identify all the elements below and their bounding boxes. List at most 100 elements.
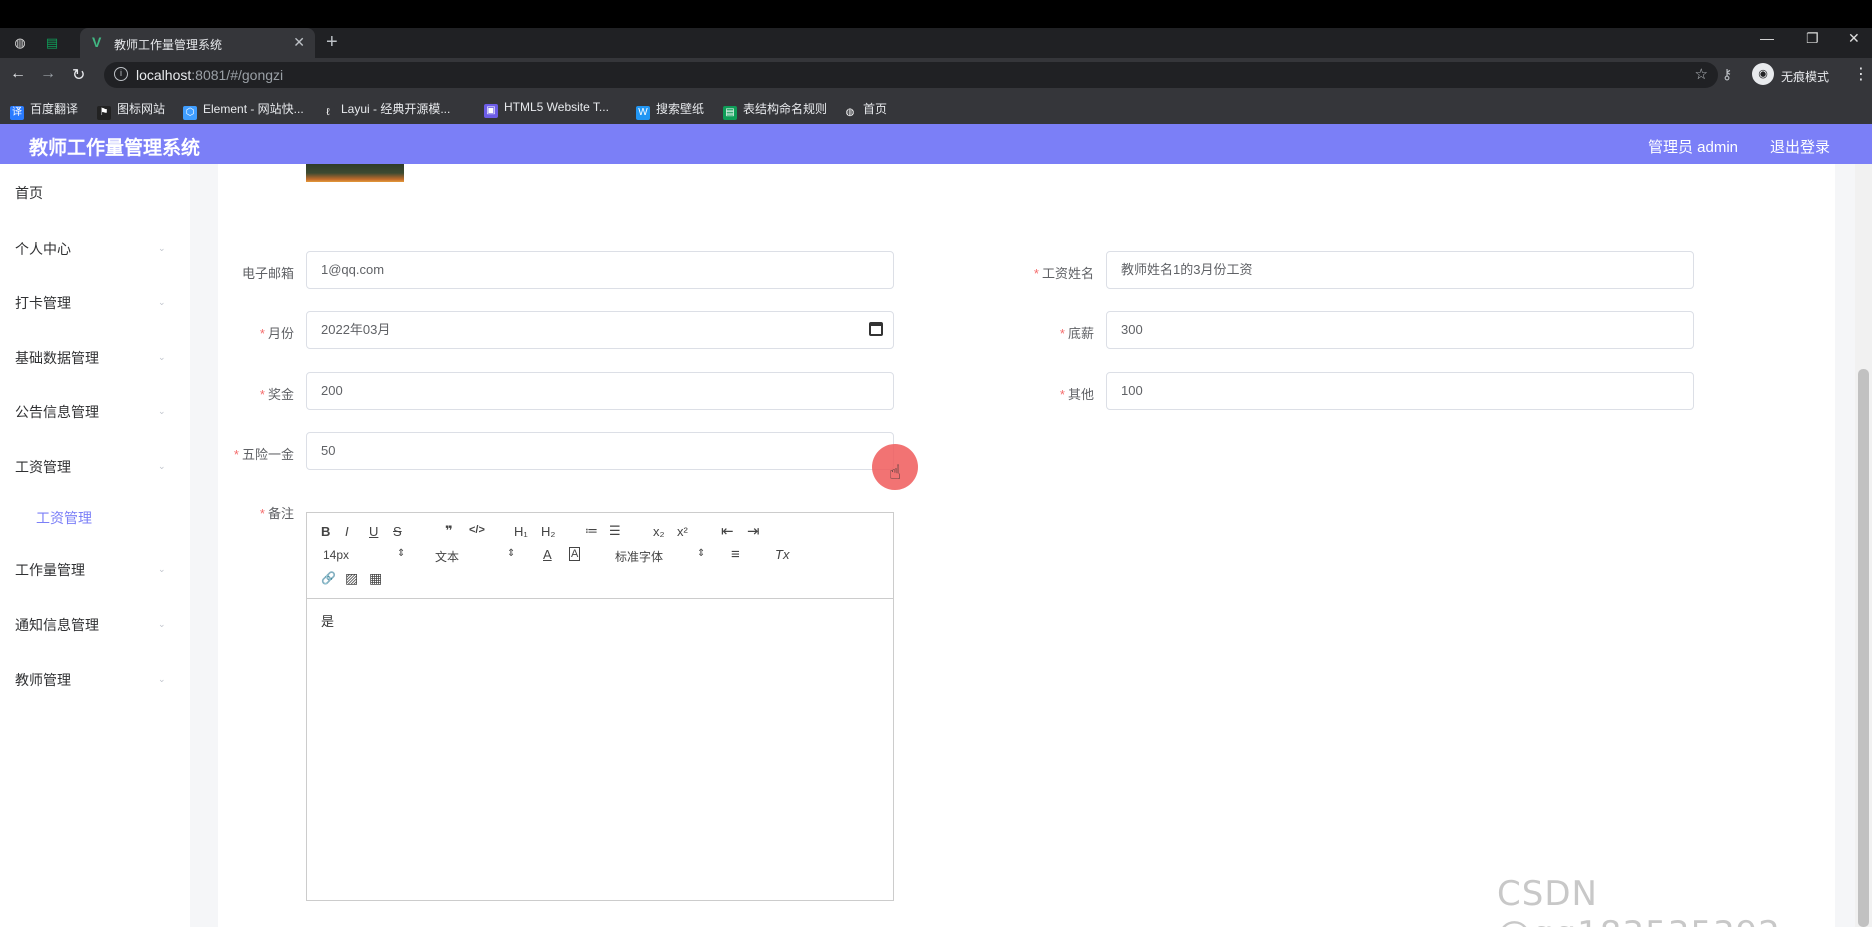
bookmark-icon: ▣ (484, 104, 498, 118)
browser-tab-active[interactable]: V 教师工作量管理系统 ✕ (80, 28, 315, 58)
sidebar-item[interactable]: 打卡管理 (15, 293, 71, 313)
header2-button[interactable]: H₂ (541, 524, 555, 539)
key-icon[interactable]: ⚷ (1722, 66, 1732, 83)
month-label: * 月份 (259, 326, 294, 341)
scrollbar-thumb[interactable] (1858, 369, 1869, 927)
browser-menu-icon[interactable]: ⋮ (1853, 64, 1869, 84)
background-color-button[interactable]: A (569, 547, 581, 561)
globe-icon[interactable]: ◍ (12, 35, 28, 51)
sidebar-subitem[interactable]: 工资管理 (36, 508, 92, 528)
font-family-select[interactable]: 标准字体 (615, 548, 663, 565)
calendar-icon[interactable] (869, 322, 883, 336)
sidebar-item[interactable]: 工资管理 (15, 457, 71, 477)
pinned-tab-icon[interactable]: ▤ (44, 35, 60, 51)
close-window-icon[interactable]: ✕ (1848, 30, 1860, 47)
url-path: :8081/#/gongzi (191, 67, 284, 83)
rich-text-editor[interactable]: B I U S ❞ </> H₁ H₂ ≔ ☰ x₂ x² ⇤ ⇥ 14px ⇕… (306, 512, 894, 901)
hand-pointer-icon: ☝ (889, 462, 902, 484)
chevron-down-icon: ⌄ (158, 461, 166, 471)
bullet-list-button[interactable]: ☰ (609, 523, 621, 539)
outdent-button[interactable]: ⇤ (721, 522, 734, 540)
image-button[interactable]: ▨ (345, 570, 358, 587)
bookmark-item[interactable]: ℓ Layui - 经典开源模... (321, 100, 450, 120)
subscript-button[interactable]: x₂ (653, 524, 665, 539)
bookmark-icon: ⚑ (97, 106, 111, 120)
page-scrollbar[interactable] (1855, 164, 1872, 927)
bookmark-star-icon[interactable]: ☆ (1695, 65, 1708, 83)
sidebar-item[interactable]: 个人中心 (15, 239, 71, 259)
bookmark-item[interactable]: ⚑ 图标网站 (97, 100, 165, 120)
bookmark-icon: ⬡ (183, 106, 197, 120)
sidebar-item[interactable]: 公告信息管理 (15, 402, 99, 422)
email-field[interactable]: 1@qq.com (306, 251, 894, 289)
bookmark-icon: ▤ (723, 106, 737, 120)
align-button[interactable]: ≡ (731, 546, 740, 563)
bookmark-item[interactable]: 译百度翻译 (10, 100, 78, 120)
other-field[interactable]: 100 (1106, 372, 1694, 410)
indent-button[interactable]: ⇥ (747, 522, 760, 540)
underline-button[interactable]: U (369, 524, 378, 539)
info-icon[interactable]: i (114, 67, 128, 81)
url-input[interactable]: i localhost:8081/#/gongzi ☆ (104, 62, 1718, 88)
app-header: 教师工作量管理系统 管理员 admin 退出登录 (0, 124, 1872, 164)
header-select[interactable]: 文本 (435, 548, 459, 565)
blockquote-button[interactable]: ❞ (445, 523, 453, 539)
other-label: * 其他 (1059, 387, 1094, 402)
header1-button[interactable]: H₁ (514, 524, 528, 539)
bookmark-label: HTML5 Website T... (504, 100, 609, 114)
base-salary-field[interactable]: 300 (1106, 311, 1694, 349)
bookmark-item[interactable]: ▣ HTML5 Website T... (484, 100, 609, 118)
sidebar-item[interactable]: 基础数据管理 (15, 348, 99, 368)
sidebar-item[interactable]: 通知信息管理 (15, 615, 99, 635)
content-gutter-right (1835, 164, 1855, 927)
incognito-icon[interactable]: ◉ (1752, 63, 1774, 85)
insurance-field[interactable]: 50 (306, 432, 894, 470)
text-color-button[interactable]: A (543, 547, 552, 562)
bookmark-label: 首页 (863, 102, 888, 116)
link-button[interactable]: 🔗 (321, 571, 336, 585)
strike-button[interactable]: S (393, 524, 402, 539)
bookmark-item[interactable]: ◍ 首页 (843, 100, 887, 120)
bookmark-item[interactable]: ⬡ Element - 网站快... (183, 100, 304, 120)
italic-button[interactable]: I (345, 524, 349, 539)
back-icon[interactable]: ← (10, 65, 26, 83)
chevron-updown-icon: ⇕ (507, 548, 516, 559)
close-tab-icon[interactable]: ✕ (293, 34, 305, 51)
bookmark-label: Layui - 经典开源模... (341, 102, 451, 116)
minimize-icon[interactable]: — (1760, 30, 1774, 46)
new-tab-icon[interactable]: + (326, 31, 338, 54)
sidebar-item[interactable]: 首页 (15, 183, 43, 203)
ordered-list-button[interactable]: ≔ (585, 523, 598, 539)
code-block-button[interactable]: </> (469, 524, 485, 536)
chevron-down-icon: ⌄ (158, 406, 166, 416)
clean-format-button[interactable]: Tx (775, 547, 789, 562)
sidebar-item[interactable]: 教师管理 (15, 670, 71, 690)
watermark: CSDN @qq183535392 (1497, 874, 1780, 927)
uploaded-photo-thumbnail (306, 164, 404, 182)
font-size-select[interactable]: 14px (323, 548, 349, 562)
salary-name-field[interactable]: 教师姓名1的3月份工资 (1106, 251, 1694, 289)
superscript-button[interactable]: x² (677, 524, 688, 539)
bookmark-label: 搜索壁纸 (656, 102, 705, 116)
bookmark-item[interactable]: ▤ 表结构命名规则 (723, 100, 827, 120)
bonus-field[interactable]: 200 (306, 372, 894, 410)
video-button[interactable]: ▦ (369, 570, 382, 587)
bookmark-item[interactable]: W 搜索壁纸 (636, 100, 704, 120)
sidebar-item[interactable]: 工作量管理 (15, 560, 85, 580)
email-label: 电子邮箱 (241, 266, 294, 281)
forward-icon[interactable]: → (40, 65, 56, 83)
bold-button[interactable]: B (321, 524, 330, 539)
chevron-updown-icon: ⇕ (397, 548, 406, 559)
incognito-label: 无痕模式 (1781, 70, 1830, 84)
month-date-field[interactable]: 2022年03月 (306, 311, 894, 349)
bookmark-icon: 译 (10, 106, 24, 120)
base-salary-label: * 底薪 (1059, 326, 1094, 341)
editor-content[interactable]: 是 (321, 611, 334, 630)
tab-title: 教师工作量管理系统 (114, 38, 223, 52)
restore-icon[interactable]: ❐ (1806, 30, 1819, 47)
bookmarks-bar: 译百度翻译 ⚑ 图标网站 ⬡ Element - 网站快... ℓ Layui - 经典开源… (0, 92, 1872, 124)
bookmark-label: 百度翻译 (30, 102, 79, 116)
reload-icon[interactable]: ↻ (72, 65, 85, 85)
logout-button[interactable]: 退出登录 (1770, 136, 1830, 157)
chevron-down-icon: ⌄ (158, 564, 166, 574)
